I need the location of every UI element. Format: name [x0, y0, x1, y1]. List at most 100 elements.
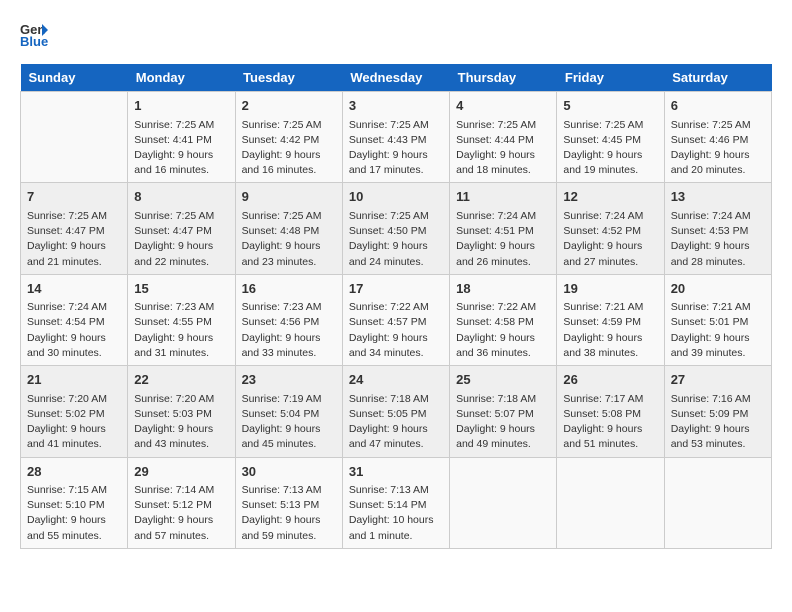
day-number: 28	[27, 462, 121, 482]
day-cell: 24Sunrise: 7:18 AM Sunset: 5:05 PM Dayli…	[342, 366, 449, 457]
column-header-sunday: Sunday	[21, 64, 128, 92]
day-detail: Sunrise: 7:22 AM Sunset: 4:58 PM Dayligh…	[456, 300, 550, 361]
day-detail: Sunrise: 7:25 AM Sunset: 4:45 PM Dayligh…	[563, 118, 657, 179]
day-number: 16	[242, 279, 336, 299]
day-detail: Sunrise: 7:25 AM Sunset: 4:50 PM Dayligh…	[349, 209, 443, 270]
day-cell	[664, 457, 771, 548]
generalblue-icon: Gen Blue	[20, 20, 48, 48]
day-number: 20	[671, 279, 765, 299]
header-row: SundayMondayTuesdayWednesdayThursdayFrid…	[21, 64, 772, 92]
day-detail: Sunrise: 7:25 AM Sunset: 4:47 PM Dayligh…	[27, 209, 121, 270]
day-cell: 9Sunrise: 7:25 AM Sunset: 4:48 PM Daylig…	[235, 183, 342, 274]
column-header-wednesday: Wednesday	[342, 64, 449, 92]
day-detail: Sunrise: 7:14 AM Sunset: 5:12 PM Dayligh…	[134, 483, 228, 544]
column-header-monday: Monday	[128, 64, 235, 92]
day-cell: 25Sunrise: 7:18 AM Sunset: 5:07 PM Dayli…	[450, 366, 557, 457]
day-cell: 1Sunrise: 7:25 AM Sunset: 4:41 PM Daylig…	[128, 92, 235, 183]
day-number: 10	[349, 187, 443, 207]
day-cell: 7Sunrise: 7:25 AM Sunset: 4:47 PM Daylig…	[21, 183, 128, 274]
day-number: 21	[27, 370, 121, 390]
column-header-thursday: Thursday	[450, 64, 557, 92]
day-detail: Sunrise: 7:25 AM Sunset: 4:44 PM Dayligh…	[456, 118, 550, 179]
day-cell: 19Sunrise: 7:21 AM Sunset: 4:59 PM Dayli…	[557, 274, 664, 365]
calendar-table: SundayMondayTuesdayWednesdayThursdayFrid…	[20, 64, 772, 549]
day-number: 8	[134, 187, 228, 207]
day-cell: 28Sunrise: 7:15 AM Sunset: 5:10 PM Dayli…	[21, 457, 128, 548]
day-cell: 10Sunrise: 7:25 AM Sunset: 4:50 PM Dayli…	[342, 183, 449, 274]
week-row-5: 28Sunrise: 7:15 AM Sunset: 5:10 PM Dayli…	[21, 457, 772, 548]
day-number: 29	[134, 462, 228, 482]
column-header-tuesday: Tuesday	[235, 64, 342, 92]
header: Gen Blue	[20, 20, 772, 48]
logo: Gen Blue	[20, 20, 52, 48]
day-cell: 30Sunrise: 7:13 AM Sunset: 5:13 PM Dayli…	[235, 457, 342, 548]
day-cell	[557, 457, 664, 548]
day-number: 14	[27, 279, 121, 299]
day-cell: 23Sunrise: 7:19 AM Sunset: 5:04 PM Dayli…	[235, 366, 342, 457]
day-detail: Sunrise: 7:24 AM Sunset: 4:51 PM Dayligh…	[456, 209, 550, 270]
day-cell	[21, 92, 128, 183]
day-number: 17	[349, 279, 443, 299]
day-detail: Sunrise: 7:25 AM Sunset: 4:42 PM Dayligh…	[242, 118, 336, 179]
day-detail: Sunrise: 7:13 AM Sunset: 5:14 PM Dayligh…	[349, 483, 443, 544]
day-detail: Sunrise: 7:23 AM Sunset: 4:56 PM Dayligh…	[242, 300, 336, 361]
day-number: 2	[242, 96, 336, 116]
day-detail: Sunrise: 7:20 AM Sunset: 5:03 PM Dayligh…	[134, 392, 228, 453]
day-number: 7	[27, 187, 121, 207]
day-number: 19	[563, 279, 657, 299]
day-number: 6	[671, 96, 765, 116]
day-detail: Sunrise: 7:18 AM Sunset: 5:07 PM Dayligh…	[456, 392, 550, 453]
day-number: 27	[671, 370, 765, 390]
day-detail: Sunrise: 7:15 AM Sunset: 5:10 PM Dayligh…	[27, 483, 121, 544]
day-number: 26	[563, 370, 657, 390]
day-detail: Sunrise: 7:24 AM Sunset: 4:52 PM Dayligh…	[563, 209, 657, 270]
day-detail: Sunrise: 7:21 AM Sunset: 4:59 PM Dayligh…	[563, 300, 657, 361]
day-detail: Sunrise: 7:23 AM Sunset: 4:55 PM Dayligh…	[134, 300, 228, 361]
day-cell: 2Sunrise: 7:25 AM Sunset: 4:42 PM Daylig…	[235, 92, 342, 183]
day-detail: Sunrise: 7:25 AM Sunset: 4:41 PM Dayligh…	[134, 118, 228, 179]
day-cell: 16Sunrise: 7:23 AM Sunset: 4:56 PM Dayli…	[235, 274, 342, 365]
day-number: 1	[134, 96, 228, 116]
day-cell: 14Sunrise: 7:24 AM Sunset: 4:54 PM Dayli…	[21, 274, 128, 365]
day-number: 24	[349, 370, 443, 390]
day-cell: 27Sunrise: 7:16 AM Sunset: 5:09 PM Dayli…	[664, 366, 771, 457]
day-number: 23	[242, 370, 336, 390]
day-number: 5	[563, 96, 657, 116]
day-cell: 31Sunrise: 7:13 AM Sunset: 5:14 PM Dayli…	[342, 457, 449, 548]
day-detail: Sunrise: 7:25 AM Sunset: 4:46 PM Dayligh…	[671, 118, 765, 179]
svg-text:Blue: Blue	[20, 34, 48, 48]
week-row-4: 21Sunrise: 7:20 AM Sunset: 5:02 PM Dayli…	[21, 366, 772, 457]
day-cell: 12Sunrise: 7:24 AM Sunset: 4:52 PM Dayli…	[557, 183, 664, 274]
day-detail: Sunrise: 7:17 AM Sunset: 5:08 PM Dayligh…	[563, 392, 657, 453]
day-detail: Sunrise: 7:22 AM Sunset: 4:57 PM Dayligh…	[349, 300, 443, 361]
day-cell: 13Sunrise: 7:24 AM Sunset: 4:53 PM Dayli…	[664, 183, 771, 274]
column-header-saturday: Saturday	[664, 64, 771, 92]
day-cell: 11Sunrise: 7:24 AM Sunset: 4:51 PM Dayli…	[450, 183, 557, 274]
day-number: 12	[563, 187, 657, 207]
week-row-2: 7Sunrise: 7:25 AM Sunset: 4:47 PM Daylig…	[21, 183, 772, 274]
day-number: 15	[134, 279, 228, 299]
day-cell: 29Sunrise: 7:14 AM Sunset: 5:12 PM Dayli…	[128, 457, 235, 548]
day-number: 13	[671, 187, 765, 207]
day-number: 18	[456, 279, 550, 299]
day-detail: Sunrise: 7:16 AM Sunset: 5:09 PM Dayligh…	[671, 392, 765, 453]
day-detail: Sunrise: 7:25 AM Sunset: 4:43 PM Dayligh…	[349, 118, 443, 179]
day-detail: Sunrise: 7:19 AM Sunset: 5:04 PM Dayligh…	[242, 392, 336, 453]
day-detail: Sunrise: 7:24 AM Sunset: 4:53 PM Dayligh…	[671, 209, 765, 270]
column-header-friday: Friday	[557, 64, 664, 92]
day-cell: 22Sunrise: 7:20 AM Sunset: 5:03 PM Dayli…	[128, 366, 235, 457]
day-cell: 8Sunrise: 7:25 AM Sunset: 4:47 PM Daylig…	[128, 183, 235, 274]
day-detail: Sunrise: 7:24 AM Sunset: 4:54 PM Dayligh…	[27, 300, 121, 361]
day-detail: Sunrise: 7:25 AM Sunset: 4:47 PM Dayligh…	[134, 209, 228, 270]
day-cell: 5Sunrise: 7:25 AM Sunset: 4:45 PM Daylig…	[557, 92, 664, 183]
week-row-1: 1Sunrise: 7:25 AM Sunset: 4:41 PM Daylig…	[21, 92, 772, 183]
day-cell: 4Sunrise: 7:25 AM Sunset: 4:44 PM Daylig…	[450, 92, 557, 183]
day-cell: 20Sunrise: 7:21 AM Sunset: 5:01 PM Dayli…	[664, 274, 771, 365]
day-cell	[450, 457, 557, 548]
day-cell: 3Sunrise: 7:25 AM Sunset: 4:43 PM Daylig…	[342, 92, 449, 183]
week-row-3: 14Sunrise: 7:24 AM Sunset: 4:54 PM Dayli…	[21, 274, 772, 365]
day-detail: Sunrise: 7:13 AM Sunset: 5:13 PM Dayligh…	[242, 483, 336, 544]
day-detail: Sunrise: 7:20 AM Sunset: 5:02 PM Dayligh…	[27, 392, 121, 453]
day-detail: Sunrise: 7:21 AM Sunset: 5:01 PM Dayligh…	[671, 300, 765, 361]
day-number: 11	[456, 187, 550, 207]
